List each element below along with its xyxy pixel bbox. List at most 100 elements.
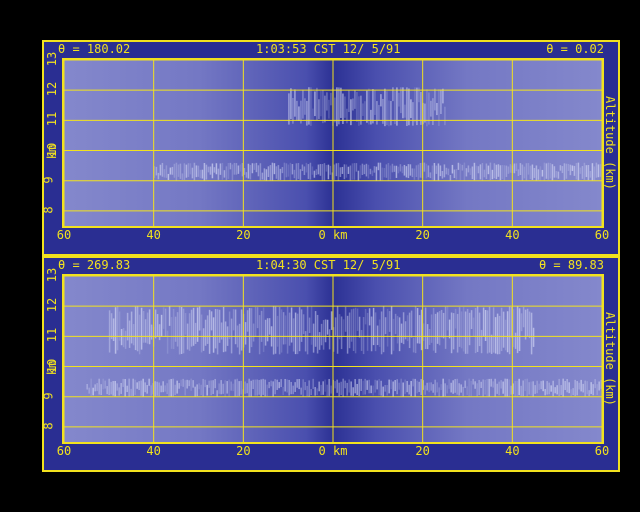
- cloud-streak: [254, 379, 256, 396]
- cloud-streak: [159, 164, 162, 176]
- cloud-streak: [356, 92, 358, 122]
- cloud-streak: [476, 306, 479, 352]
- cloud-streak: [338, 314, 341, 340]
- cloud-streak: [412, 102, 414, 126]
- cloud-streak: [551, 164, 554, 181]
- header-angle-left: θ = 180.02: [58, 42, 131, 56]
- cloud-streak: [374, 90, 376, 115]
- cloud-streak: [258, 380, 260, 395]
- cloud-streak: [90, 378, 92, 397]
- cloud-streak: [518, 308, 521, 352]
- cloud-streak: [232, 309, 235, 331]
- cloud-streak: [351, 163, 354, 180]
- cloud-streak: [310, 306, 313, 345]
- cloud-streak: [250, 308, 253, 348]
- cloud-streak: [502, 381, 504, 394]
- cloud-streak: [142, 378, 144, 397]
- cloud-streak: [380, 311, 383, 355]
- cloud-streak: [248, 308, 251, 353]
- cloud-streak: [314, 91, 316, 117]
- cloud-streak: [124, 379, 126, 397]
- cloud-streak: [390, 379, 392, 390]
- cloud-streak: [176, 380, 178, 394]
- cloud-streak: [337, 162, 340, 181]
- cloud-streak: [371, 170, 374, 176]
- cloud-streak: [401, 166, 404, 174]
- cloud-streak: [340, 316, 343, 350]
- cloud-streak: [221, 162, 224, 180]
- cloud-streak: [247, 163, 250, 179]
- cloud-streak: [514, 332, 517, 349]
- cloud-streak: [446, 306, 449, 331]
- cloud-streak: [171, 166, 174, 175]
- cloud-streak: [489, 162, 492, 181]
- cloud-streak: [350, 381, 352, 396]
- cloud-streak: [126, 385, 128, 393]
- chart-plot-area: [62, 274, 604, 444]
- cloud-streak: [308, 87, 310, 125]
- cloud-streak: [574, 379, 576, 396]
- cloud-streak: [180, 307, 183, 354]
- cloud-streak: [218, 383, 220, 394]
- cloud-streak: [525, 163, 528, 181]
- cloud-streak: [583, 162, 586, 180]
- x-tick-label: 20: [236, 444, 251, 458]
- cloud-streak: [532, 381, 534, 397]
- cloud-streak: [507, 166, 510, 174]
- cloud-streak: [224, 380, 226, 397]
- cloud-streak: [285, 163, 288, 178]
- cloud-streak: [524, 378, 526, 392]
- cloud-streak: [442, 312, 445, 339]
- cloud-streak: [223, 170, 226, 178]
- cloud-streak: [246, 310, 249, 332]
- cloud-streak: [213, 167, 216, 173]
- cloud-streak: [433, 162, 436, 181]
- cloud-streak: [282, 312, 285, 345]
- y-tick-label: 13: [45, 51, 60, 67]
- cloud-streak: [216, 309, 219, 355]
- cloud-streak: [318, 332, 321, 350]
- cloud-streak: [248, 378, 250, 397]
- cloud-streak: [348, 379, 350, 393]
- cloud-streak: [324, 95, 326, 123]
- cloud-streak: [297, 163, 300, 179]
- cloud-streak: [456, 313, 459, 353]
- cloud-streak: [118, 387, 120, 396]
- cloud-streak: [394, 313, 397, 335]
- cloud-streak: [134, 306, 137, 351]
- cloud-streak: [445, 167, 448, 175]
- chart-svg: [64, 60, 602, 226]
- cloud-streak: [264, 319, 267, 346]
- cloud-streak: [442, 378, 444, 397]
- cloud-streak: [430, 100, 432, 117]
- cloud-streak: [266, 318, 269, 342]
- cloud-streak: [441, 170, 444, 179]
- x-tick-label: 40: [146, 444, 161, 458]
- cloud-streak: [170, 317, 173, 349]
- cloud-streak: [270, 380, 272, 387]
- cloud-streak: [348, 90, 350, 113]
- cloud-streak: [521, 164, 524, 181]
- cloud-streak: [497, 164, 500, 177]
- cloud-streak: [471, 166, 474, 180]
- cloud-streak: [461, 164, 464, 171]
- cloud-streak: [381, 167, 384, 181]
- cloud-streak: [304, 98, 306, 115]
- cloud-streak: [260, 379, 262, 397]
- cloud-streak: [400, 323, 403, 343]
- cloud-streak: [295, 163, 298, 181]
- cloud-streak: [122, 328, 125, 348]
- cloud-streak: [490, 378, 492, 387]
- cloud-streak: [575, 162, 578, 180]
- cloud-streak: [128, 320, 131, 348]
- cloud-streak: [368, 88, 370, 125]
- cloud-streak: [108, 378, 110, 396]
- cloud-streak: [269, 165, 272, 181]
- cloud-streak: [183, 163, 186, 180]
- cloud-streak: [324, 319, 327, 343]
- cloud-streak: [420, 379, 422, 396]
- cloud-streak: [413, 168, 416, 180]
- cloud-streak: [94, 384, 96, 392]
- cloud-streak: [268, 318, 271, 335]
- cloud-streak: [492, 307, 495, 353]
